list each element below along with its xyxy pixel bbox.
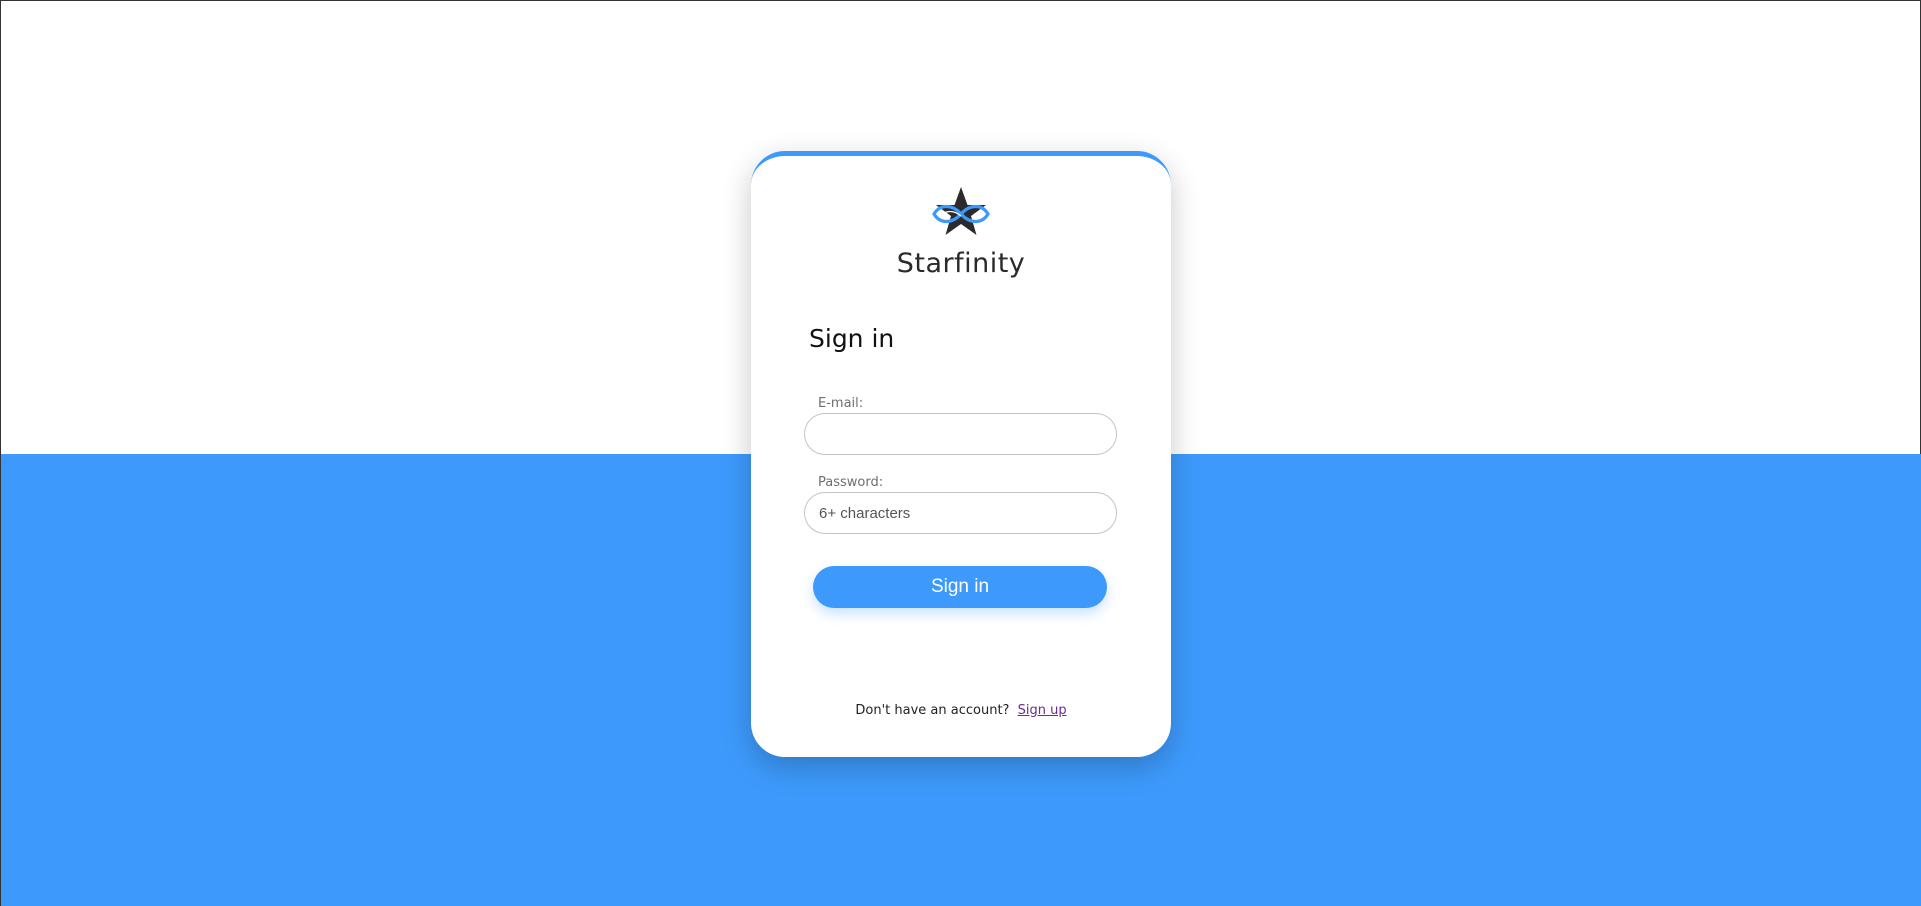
brand-name: Starfinity: [896, 248, 1026, 279]
password-field[interactable]: [804, 492, 1117, 534]
page-title: Sign in: [809, 324, 895, 353]
signin-card: Starfinity Sign in E-mail: Password: Sig…: [751, 151, 1171, 757]
page: Starfinity Sign in E-mail: Password: Sig…: [0, 0, 1921, 906]
signup-prompt-text: Don't have an account?: [855, 703, 1010, 718]
signup-prompt: Don't have an account? Sign up: [751, 703, 1171, 718]
signin-button[interactable]: Sign in: [813, 566, 1107, 608]
star-infinity-logo-icon: [932, 187, 990, 235]
brand-logo: Starfinity: [751, 186, 1171, 279]
password-label: Password:: [818, 475, 884, 490]
email-label: E-mail:: [818, 396, 864, 411]
signup-link[interactable]: Sign up: [1018, 703, 1067, 718]
email-field[interactable]: [804, 413, 1117, 455]
